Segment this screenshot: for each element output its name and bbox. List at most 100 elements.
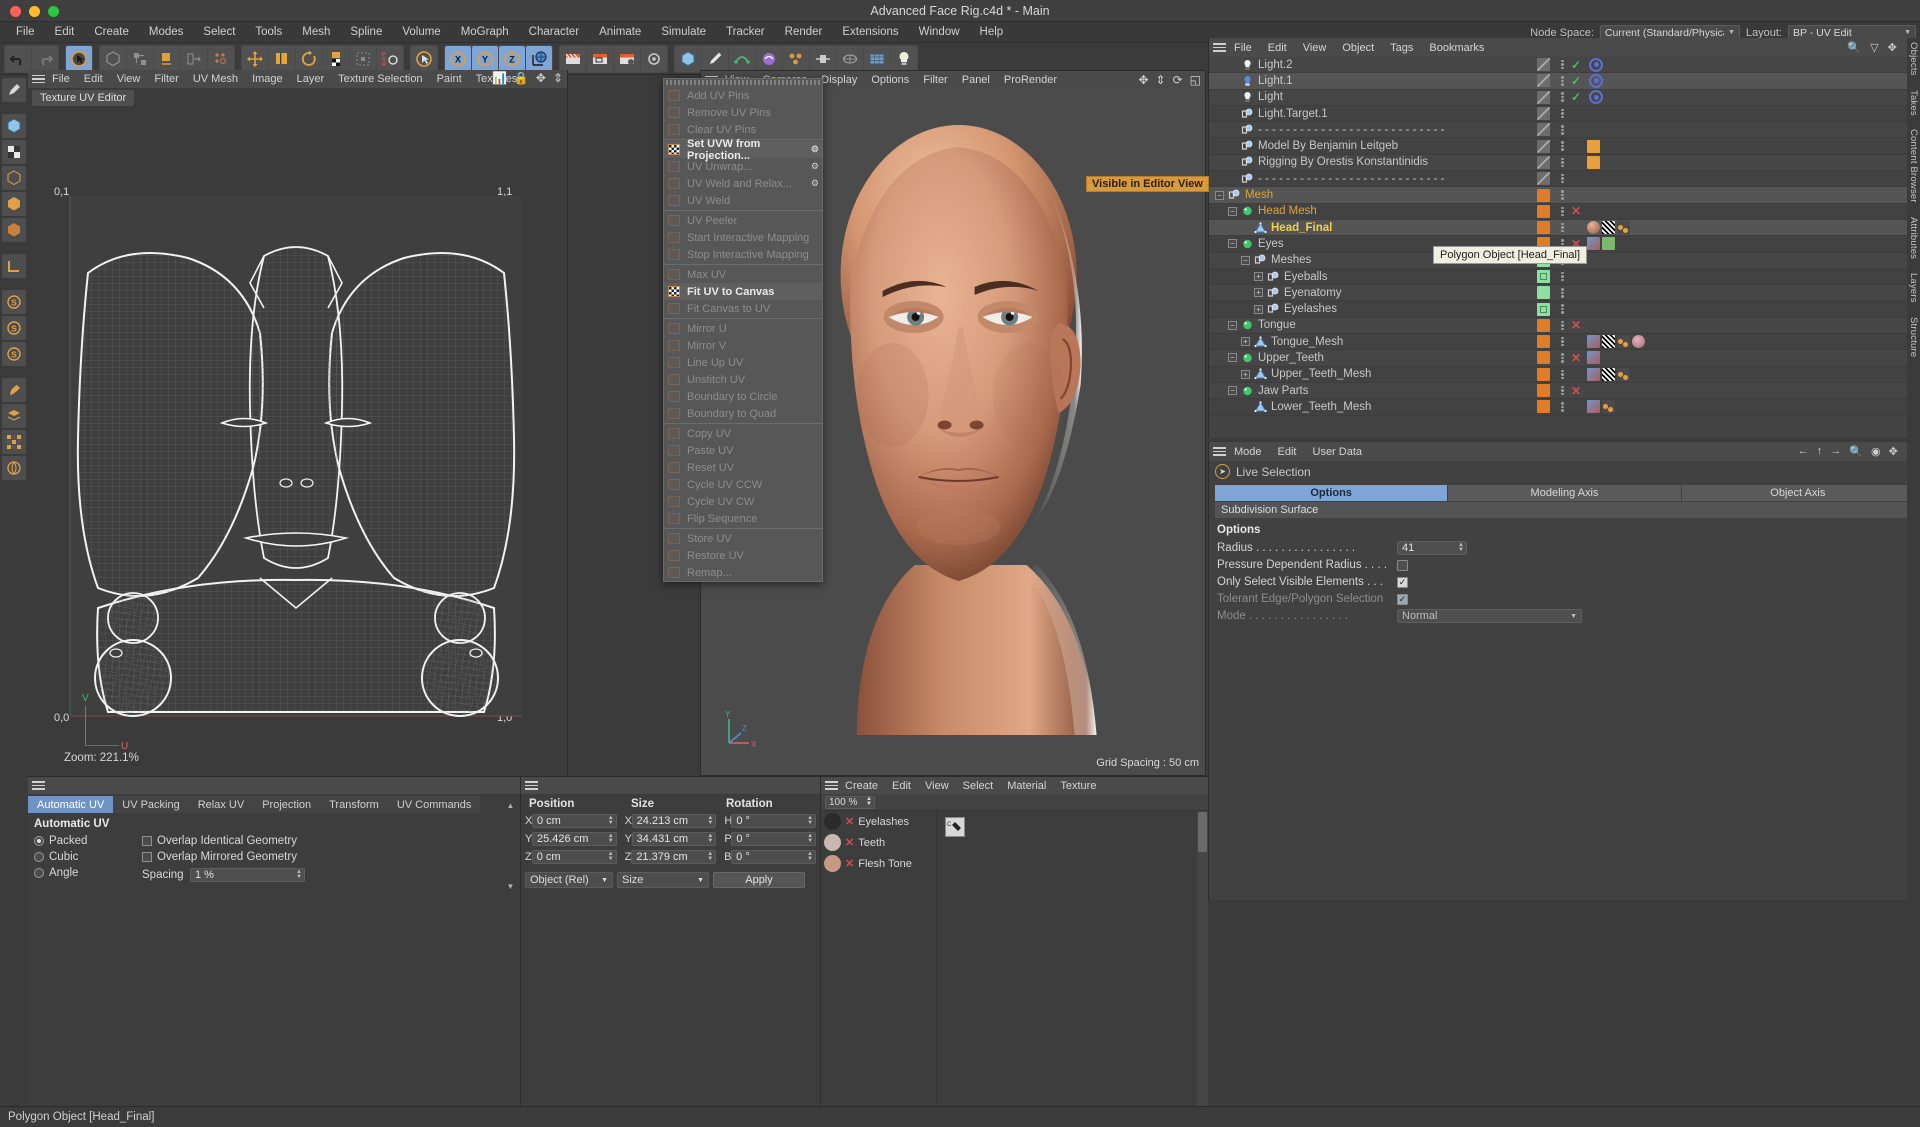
object-row[interactable]: − Jaw Parts ✕ [1209,382,1920,400]
menu-spline[interactable]: Spline [340,22,392,43]
object-row[interactable]: Light.Target.1 [1209,105,1920,123]
cube-primitive-button[interactable] [675,45,701,72]
render-region-button[interactable] [587,45,613,72]
visibility-dot[interactable] [1537,400,1550,414]
packed-radio[interactable] [34,836,44,846]
vp-menu-prorender[interactable]: ProRender [997,74,1064,86]
visibility-dot[interactable] [1537,123,1550,137]
model-mode-button[interactable] [100,45,126,72]
dots-tag-icon[interactable] [1617,221,1630,235]
spinner-icon[interactable]: ▲ ▼ [296,869,302,880]
material-list[interactable]: ✕ Eyelashes ✕ Teeth ✕ Flesh Tone [821,811,937,1106]
visibility-dot[interactable] [1537,155,1550,169]
visibility-toggles[interactable] [1561,92,1564,102]
move-panel-icon[interactable]: ✥ [1138,73,1148,87]
collapse-icon[interactable]: − [1241,255,1250,265]
move-panel-icon[interactable]: ✥ [536,71,546,85]
material-swatch[interactable] [824,834,841,851]
uv-menu-uvmesh[interactable]: UV Mesh [186,70,245,88]
tab-texture-uv-editor[interactable]: Texture UV Editor [32,90,135,106]
scroll-up-icon[interactable]: ▲ [507,801,515,810]
expand-icon[interactable]: + [1241,369,1250,379]
material-node[interactable]: C [945,817,965,837]
histogram-icon[interactable]: 📊 [492,71,507,85]
size-input[interactable]: 24.213 cm ▲ ▼ [631,813,717,828]
object-manager-menu-icon[interactable] [1213,41,1226,54]
only-visible-checkbox[interactable]: ✓ [1397,576,1408,588]
am-menu-user-data[interactable]: User Data [1305,446,1371,458]
angle-radio[interactable] [34,868,44,878]
material-node-area[interactable]: C [937,811,1208,1106]
size-mode-select[interactable]: Size ▼ [617,872,709,888]
visibility-dot[interactable] [1537,318,1550,332]
disabled-x-icon[interactable]: ✕ [1571,318,1581,332]
size-input[interactable]: 34.431 cm ▲ ▼ [631,831,717,846]
undo-button[interactable] [5,45,31,72]
expand-icon[interactable]: + [1241,337,1250,347]
axis-center-button[interactable] [181,45,207,72]
panel-menu-icon[interactable] [32,73,45,86]
spinner-icon[interactable]: ▲ ▼ [707,815,713,826]
uv-menu-image[interactable]: Image [245,70,290,88]
vp-menu-panel[interactable]: Panel [955,74,997,86]
menu-character[interactable]: Character [519,22,590,43]
subdivision-surface-row[interactable]: Subdivision Surface [1215,502,1914,518]
visibility-dot[interactable] [1537,74,1550,88]
visibility-toggles[interactable] [1561,190,1564,200]
overlap-identical-checkbox[interactable] [142,836,152,846]
vp-menu-filter[interactable]: Filter [916,74,954,86]
uv-menu-file[interactable]: File [45,70,77,88]
dots-tag-icon[interactable] [1602,400,1615,414]
menu-drag-grip[interactable] [666,80,820,85]
checker-pattern-button[interactable] [2,140,26,164]
uv-checker-button[interactable] [2,430,26,454]
uv-unwrap-button[interactable] [2,456,26,480]
spinner-icon[interactable]: ▲ ▼ [807,815,813,826]
object-row[interactable]: Model By Benjamin Leitgeb [1209,138,1920,155]
object-row[interactable]: + Eyeballs [1209,268,1920,286]
lock-z-axis[interactable]: Z [499,45,525,72]
workplane-button[interactable] [350,45,376,72]
material-disabled-x-icon[interactable]: ✕ [845,815,854,828]
light-button[interactable] [891,45,917,72]
disabled-x-icon[interactable]: ✕ [1571,204,1581,218]
dots-tag-icon[interactable] [1617,367,1630,381]
menu-select[interactable]: Select [193,22,245,43]
rotate-tool[interactable] [296,45,322,72]
visibility-dot[interactable] [1537,367,1550,381]
visibility-dot[interactable] [1537,351,1550,365]
mat-tag-icon[interactable] [1587,221,1600,235]
tab-object-axis[interactable]: Object Axis [1681,485,1914,501]
menu-mesh[interactable]: Mesh [292,22,340,43]
layout-panel-icon[interactable]: ◱ [1190,73,1201,87]
tab-modeling-axis[interactable]: Modeling Axis [1448,485,1681,501]
tab-attributes[interactable]: Attributes [1908,217,1919,259]
visibility-dot[interactable] [1537,188,1550,202]
search-icon[interactable]: 🔍 [1849,445,1863,458]
cubic-radio[interactable] [34,852,44,862]
texture-mode-button[interactable] [127,45,153,72]
expand-icon[interactable]: + [1254,272,1263,281]
visibility-dot[interactable] [1537,90,1550,104]
visibility-toggles[interactable] [1561,271,1564,282]
spacing-input[interactable]: 1 % ▲ ▼ [190,868,305,882]
tab-projection[interactable]: Projection [253,796,321,813]
collapse-icon[interactable]: − [1228,386,1237,396]
radius-input[interactable]: 41 ▲ ▼ [1397,541,1467,555]
visibility-dot[interactable] [1537,384,1550,398]
object-row[interactable]: Head_Final [1209,219,1920,237]
spinner-icon[interactable]: ▲ ▼ [608,815,614,826]
collapse-icon[interactable]: − [1228,239,1237,249]
menu-create[interactable]: Create [84,22,139,43]
psr-button[interactable]: PSR [377,45,403,72]
tab-automatic-uv[interactable]: Automatic UV [28,796,114,813]
visibility-toggles[interactable] [1561,288,1564,298]
tab-options[interactable]: Options [1215,485,1448,501]
menu-item-fit-uv-to-canvas[interactable]: Fit UV to Canvas [664,283,822,300]
object-row[interactable]: − Head Mesh ✕ [1209,203,1920,220]
rotation-input[interactable]: 0 ° ▲ ▼ [731,849,816,864]
filter-icon[interactable]: ▽ [1870,41,1878,54]
gear-icon[interactable]: ⚙ [811,144,819,155]
live-selection-tool[interactable] [66,45,92,72]
target-tag-icon[interactable] [1589,90,1603,105]
